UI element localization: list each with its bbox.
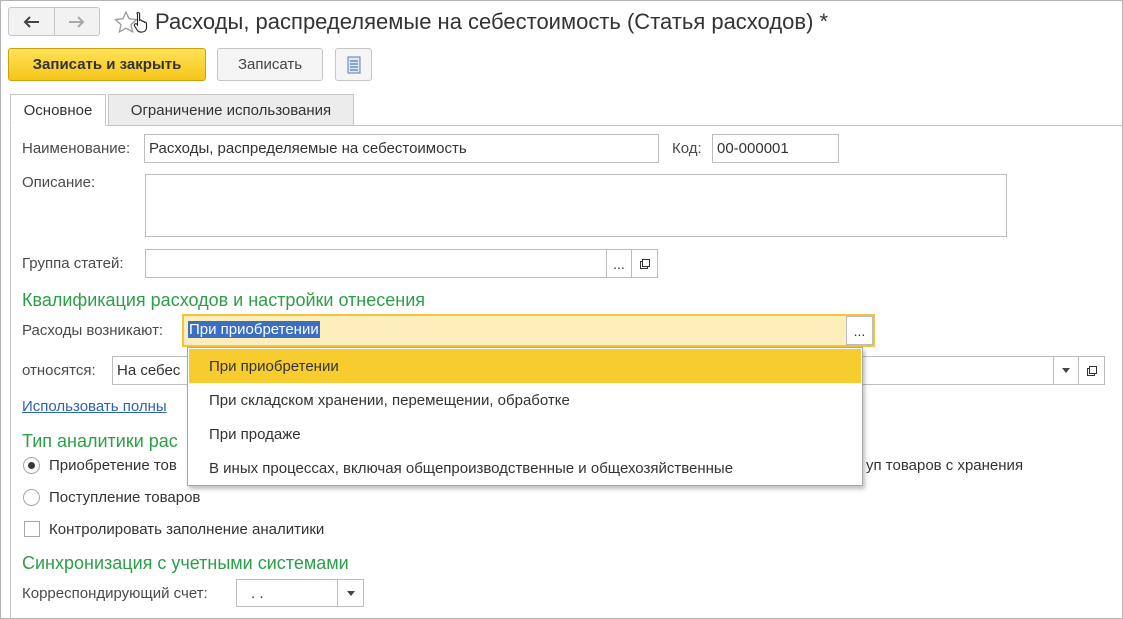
radio-acquisition[interactable]: [23, 457, 40, 474]
save-button[interactable]: Записать: [217, 48, 323, 81]
expenses-arise-value: При приобретении: [188, 321, 320, 338]
expenses-arise-select-button[interactable]: ...: [846, 316, 873, 345]
arrow-right-icon: [68, 15, 85, 28]
name-label: Наименование:: [22, 140, 131, 157]
assigned-dropdown-button[interactable]: [1053, 356, 1079, 385]
control-analytics-checkbox[interactable]: [24, 521, 40, 537]
tab-divider: [10, 125, 1122, 126]
code-label: Код:: [672, 140, 702, 157]
nav-buttons: [8, 7, 100, 36]
control-analytics-label: Контролировать заполнение аналитики: [49, 521, 325, 538]
save-and-close-button[interactable]: Записать и закрыть: [8, 48, 206, 81]
corr-account-input[interactable]: . .: [236, 579, 338, 607]
radio-selected-dot: [28, 462, 35, 469]
panel-border: [10, 125, 11, 619]
open-icon: [639, 258, 650, 269]
arrow-left-icon: [23, 15, 40, 28]
hand-cursor-icon: [133, 11, 149, 37]
description-label: Описание:: [22, 174, 96, 191]
corr-account-dropdown-button[interactable]: [337, 579, 364, 607]
group-open-button[interactable]: [631, 249, 658, 278]
expenses-arise-dropdown: При приобретении При складском хранении,…: [187, 347, 863, 486]
radio-receipt[interactable]: [23, 489, 40, 506]
group-input[interactable]: [145, 249, 607, 278]
expenses-arise-input[interactable]: При приобретении: [188, 321, 320, 338]
chevron-down-icon: [1062, 368, 1070, 373]
dropdown-item-acquisition[interactable]: При приобретении: [189, 349, 861, 383]
chevron-down-icon: [346, 590, 355, 596]
expenses-arise-label: Расходы возникают:: [22, 322, 164, 339]
dropdown-item-storage[interactable]: При складском хранении, перемещении, обр…: [189, 383, 861, 417]
report-button[interactable]: [335, 48, 372, 81]
back-button[interactable]: [9, 8, 54, 35]
dropdown-item-other[interactable]: В иных процессах, включая общепроизводст…: [189, 451, 861, 485]
assigned-open-button[interactable]: [1078, 356, 1105, 385]
document-list-icon: [347, 56, 360, 73]
tab-main[interactable]: Основное: [10, 94, 106, 126]
group-select-button[interactable]: ...: [606, 249, 632, 278]
forward-button[interactable]: [53, 8, 100, 35]
code-input[interactable]: 00-000001: [712, 134, 839, 163]
group-label: Группа статей:: [22, 255, 124, 272]
description-textarea[interactable]: [145, 174, 1007, 237]
radio-acquisition-label: Приобретение тов: [49, 457, 177, 474]
assigned-label: относятся:: [22, 362, 96, 379]
corr-account-label: Корреспондирующий счет:: [22, 585, 208, 602]
section-analytics-heading: Тип аналитики рас: [22, 431, 178, 451]
use-full-link[interactable]: Использовать полны: [22, 398, 167, 415]
window-title: Расходы, распределяемые на себестоимость…: [155, 9, 829, 34]
section-qualification-heading: Квалификация расходов и настройки отнесе…: [22, 290, 426, 310]
section-sync-heading: Синхронизация с учетными системами: [22, 553, 349, 573]
open-icon: [1086, 365, 1097, 376]
dropdown-item-sale[interactable]: При продаже: [189, 417, 861, 451]
radio-storage-label: уп товаров с хранения: [866, 457, 1024, 474]
radio-receipt-label: Поступление товаров: [49, 489, 201, 506]
name-input[interactable]: Расходы, распределяемые на себестоимость: [144, 134, 659, 163]
tab-usage-restriction[interactable]: Ограничение использования: [108, 94, 354, 126]
